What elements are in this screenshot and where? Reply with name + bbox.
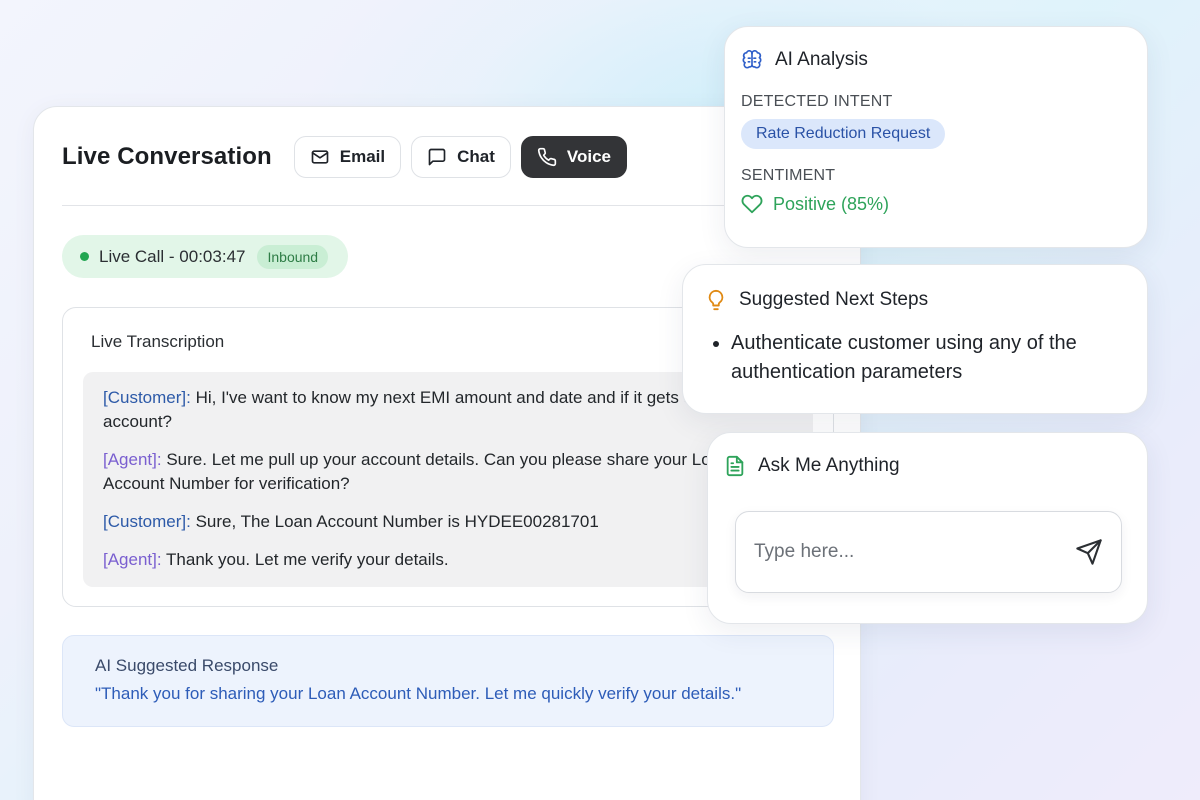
tab-chat-label: Chat <box>457 147 495 166</box>
inbound-badge: Inbound <box>257 244 329 269</box>
transcript-line: [Agent]: Thank you. Let me verify your d… <box>103 548 793 572</box>
tab-chat[interactable]: Chat <box>411 136 511 178</box>
ask-header: Ask Me Anything <box>724 455 1131 477</box>
send-button[interactable] <box>1073 536 1105 568</box>
tab-voice[interactable]: Voice <box>520 136 627 178</box>
next-steps-title: Suggested Next Steps <box>739 289 929 310</box>
transcript-line: [Customer]: Sure, The Loan Account Numbe… <box>103 510 793 534</box>
send-icon <box>1076 539 1102 565</box>
ask-title: Ask Me Anything <box>758 455 900 476</box>
ai-analysis-title: AI Analysis <box>775 49 868 70</box>
suggested-response-text: "Thank you for sharing your Loan Account… <box>95 684 742 703</box>
page-title: Live Conversation <box>62 143 272 170</box>
call-timer: Live Call - 00:03:47 <box>99 246 246 266</box>
intent-chip: Rate Reduction Request <box>741 119 946 149</box>
sentiment-label: SENTIMENT <box>741 167 836 184</box>
header-divider <box>62 205 832 206</box>
ai-analysis-card: AI Analysis DETECTED INTENT Rate Reducti… <box>724 26 1148 248</box>
sentiment-value: Positive (85%) <box>741 193 1131 215</box>
ask-input[interactable] <box>754 541 1073 563</box>
document-icon <box>726 455 744 477</box>
speaker-label: [Customer]: <box>103 388 191 407</box>
ai-analysis-header: AI Analysis <box>741 49 1131 71</box>
transcript-text: Sure, The Loan Account Number is HYDEE00… <box>190 512 599 531</box>
lightbulb-icon <box>708 289 724 311</box>
ask-me-anything-card: Ask Me Anything <box>707 432 1148 624</box>
suggested-response-title: AI Suggested Response <box>95 656 279 675</box>
next-steps-list: Authenticate customer using any of the a… <box>705 329 1125 387</box>
suggested-next-steps-card: Suggested Next Steps Authenticate custom… <box>682 264 1148 414</box>
brain-icon <box>742 50 762 69</box>
next-steps-header: Suggested Next Steps <box>705 289 1125 311</box>
ai-suggested-response[interactable]: AI Suggested Response "Thank you for sha… <box>62 635 834 727</box>
chat-icon <box>428 148 446 166</box>
transcript-text: Thank you. Let me verify your details. <box>161 550 449 569</box>
next-step-item: Authenticate customer using any of the a… <box>731 329 1125 387</box>
ask-input-container <box>735 511 1122 593</box>
detected-intent-label: DETECTED INTENT <box>741 93 893 110</box>
transcription-title: Live Transcription <box>91 332 225 351</box>
speaker-label: [Customer]: <box>103 512 191 531</box>
transcript-line: [Agent]: Sure. Let me pull up your accou… <box>103 448 793 496</box>
conversation-header: Live Conversation Email Chat Voice <box>62 135 832 179</box>
mail-icon <box>311 150 329 164</box>
sentiment-text: Positive (85%) <box>773 193 890 214</box>
transcript-text: Sure. Let me pull up your account detail… <box>103 450 730 493</box>
live-indicator-dot <box>80 252 89 261</box>
heart-icon <box>741 194 763 214</box>
speaker-label: [Agent]: <box>103 450 162 469</box>
phone-icon <box>537 147 557 167</box>
live-call-status: Live Call - 00:03:47 Inbound <box>62 235 349 278</box>
tab-email[interactable]: Email <box>293 136 402 178</box>
speaker-label: [Agent]: <box>103 550 162 569</box>
tab-email-label: Email <box>339 147 386 166</box>
tab-voice-label: Voice <box>566 147 611 166</box>
